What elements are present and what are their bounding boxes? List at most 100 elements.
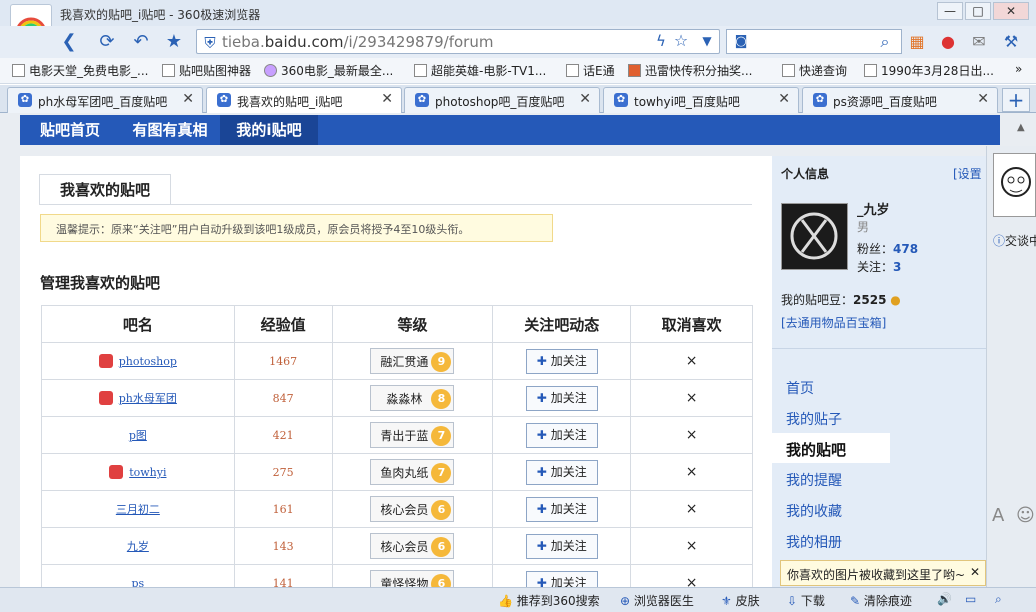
minimize-button[interactable]: — xyxy=(937,2,963,20)
zoom-icon[interactable]: ⌕ xyxy=(995,592,1002,607)
forum-name-link[interactable]: 三月初二 xyxy=(116,503,160,516)
forum-name-link[interactable]: ps xyxy=(132,577,145,587)
window-icon[interactable]: ▭ xyxy=(965,592,976,606)
unlike-cell: × xyxy=(630,342,753,380)
volume-icon[interactable]: 🔊 xyxy=(937,592,952,606)
sidebar-item-notifications[interactable]: 我的提醒 xyxy=(786,470,842,490)
forum-name-link[interactable]: p图 xyxy=(129,429,147,442)
status-browser-doctor[interactable]: ⊕ 浏览器医生 xyxy=(620,592,694,609)
unlike-button[interactable]: × xyxy=(686,501,698,517)
close-tab-icon[interactable]: ✕ xyxy=(579,91,591,107)
unlike-button[interactable]: × xyxy=(686,390,698,406)
chat-avatar[interactable] xyxy=(993,153,1036,217)
back-icon[interactable]: ❮ xyxy=(58,31,80,53)
follow-button[interactable]: ✚ 加关注 xyxy=(525,570,598,587)
status-clear-history[interactable]: ✎ 清除痕迹 xyxy=(850,592,912,609)
new-tab-button[interactable]: + xyxy=(1002,88,1030,112)
tab[interactable]: ✿ towhyi吧_百度贴吧 ✕ xyxy=(603,87,799,113)
unlike-button[interactable]: × xyxy=(686,464,698,480)
treasure-link[interactable]: [去通用物品百宝箱] xyxy=(781,314,886,331)
tab[interactable]: ✿ ps资源吧_百度贴吧 ✕ xyxy=(802,87,998,113)
tools-wrench-icon[interactable]: ⚒ xyxy=(1000,31,1022,53)
page-scroll-up-icon[interactable]: ▲ xyxy=(1017,122,1025,133)
sidebar-item-favorites[interactable]: 我的收藏 xyxy=(786,501,842,521)
address-text[interactable]: tieba.baidu.com/i/293429879/forum xyxy=(222,33,493,51)
page-icon xyxy=(162,64,175,77)
level-badge[interactable]: 童怪怪物 6 xyxy=(370,570,455,587)
toast-close-icon[interactable]: ✕ xyxy=(970,565,980,579)
apps-grid-icon[interactable]: ▦ xyxy=(906,31,928,53)
sidebar-item-my-posts[interactable]: 我的贴子 xyxy=(786,409,842,429)
follow-button[interactable]: ✚ 加关注 xyxy=(525,422,598,448)
bookmark-item[interactable]: 电影天堂_免费电影_... xyxy=(12,62,148,79)
sidebar-item-home[interactable]: 首页 xyxy=(786,378,814,398)
sidebar-item-my-forums[interactable]: 我的贴吧 xyxy=(772,433,890,463)
lightning-icon[interactable]: ϟ xyxy=(650,30,672,52)
address-dropdown-icon[interactable]: ▼ xyxy=(696,30,718,52)
forum-name-link[interactable]: photoshop xyxy=(119,355,177,368)
level-badge[interactable]: 鱼肉丸纸 7 xyxy=(370,459,455,485)
forum-name-link[interactable]: ph水母军团 xyxy=(119,392,177,405)
username[interactable]: _九岁 xyxy=(857,199,890,218)
search-engine-icon[interactable]: ◙ xyxy=(730,31,752,53)
bookmark-star-icon[interactable]: ☆ xyxy=(670,30,692,52)
follow-button[interactable]: ✚ 加关注 xyxy=(525,496,598,522)
forum-name-cell: p图 xyxy=(41,416,235,454)
favorite-star-icon[interactable]: ★ xyxy=(163,31,185,53)
search-icon[interactable]: ⌕ xyxy=(874,31,896,53)
nav-my-itieba[interactable]: 我的i贴吧 xyxy=(220,115,318,145)
sidebar-item-albums[interactable]: 我的相册 xyxy=(786,532,842,552)
follow-button[interactable]: ✚ 加关注 xyxy=(525,533,598,559)
maximize-button[interactable]: □ xyxy=(965,2,991,20)
tab[interactable]: ✿ photoshop吧_百度贴吧 ✕ xyxy=(404,87,600,113)
unlike-button[interactable]: × xyxy=(686,427,698,443)
settings-link[interactable]: [设置 xyxy=(953,165,982,182)
tab[interactable]: ✿ ph水母军团吧_百度贴吧 ✕ xyxy=(7,87,203,113)
level-badge[interactable]: 核心会员 6 xyxy=(370,496,455,522)
close-tab-icon[interactable]: ✕ xyxy=(182,91,194,107)
refresh-icon[interactable]: ⟳ xyxy=(96,31,118,53)
forum-name-link[interactable]: towhyi xyxy=(129,466,166,479)
level-badge[interactable]: 融汇贯通 9 xyxy=(370,348,455,374)
unlike-button[interactable]: × xyxy=(686,575,698,587)
undo-icon[interactable]: ↶ xyxy=(130,31,152,53)
bookmark-overflow-icon[interactable]: » xyxy=(1015,62,1022,76)
bookmark-item[interactable]: 快递查询 xyxy=(782,62,847,79)
mail-icon[interactable]: ✉ xyxy=(968,31,990,53)
font-icon[interactable]: A xyxy=(992,505,1004,526)
follow-label: 加关注 xyxy=(550,427,587,442)
emoji-icon[interactable]: ☺ xyxy=(1016,505,1035,526)
status-download[interactable]: ⇩ 下载 xyxy=(787,592,825,609)
bookmark-item[interactable]: 迅雷快传积分抽奖... xyxy=(628,62,752,79)
follow-label: 加关注 xyxy=(550,538,587,553)
baidu-paw-icon: ✿ xyxy=(18,93,32,107)
bookmark-item[interactable]: 1990年3月28日出... xyxy=(864,62,994,79)
follow-button[interactable]: ✚ 加关注 xyxy=(525,348,598,374)
close-button[interactable]: ✕ xyxy=(993,2,1029,20)
bookmark-item[interactable]: 360电影_最新最全... xyxy=(264,62,393,79)
unlike-button[interactable]: × xyxy=(686,353,698,369)
nav-pictures[interactable]: 有图有真相 xyxy=(120,115,220,145)
weibo-icon[interactable]: ● xyxy=(937,31,959,53)
follow-button[interactable]: ✚ 加关注 xyxy=(525,459,598,485)
follow-button[interactable]: ✚ 加关注 xyxy=(525,385,598,411)
nav-tieba-home[interactable]: 贴吧首页 xyxy=(20,115,120,145)
avatar[interactable] xyxy=(781,203,848,270)
level-badge[interactable]: 淼淼林 8 xyxy=(370,385,455,411)
plus-icon: ✚ xyxy=(536,501,547,516)
unlike-cell: × xyxy=(630,564,753,587)
bookmark-item[interactable]: 贴吧贴图神器 xyxy=(162,62,251,79)
level-badge[interactable]: 青出于蓝 7 xyxy=(370,422,455,448)
close-tab-icon[interactable]: ✕ xyxy=(778,91,790,107)
status-recommend[interactable]: 👍 推荐到360搜索 xyxy=(498,592,600,609)
bookmark-item[interactable]: 超能英雄-电影-TV1... xyxy=(414,62,546,79)
forum-name-link[interactable]: 九岁 xyxy=(127,540,149,553)
unlike-button[interactable]: × xyxy=(686,538,698,554)
tab-active[interactable]: ✿ 我喜欢的贴吧_i贴吧 ✕ xyxy=(206,87,402,114)
close-tab-icon[interactable]: ✕ xyxy=(977,91,989,107)
status-skin[interactable]: ⚜ 皮肤 xyxy=(721,592,760,609)
close-tab-icon[interactable]: ✕ xyxy=(381,91,393,107)
level-badge[interactable]: 核心会员 6 xyxy=(370,533,455,559)
bookmark-item[interactable]: 话E通 xyxy=(566,62,615,79)
forum-name-cell: towhyi xyxy=(41,453,235,491)
